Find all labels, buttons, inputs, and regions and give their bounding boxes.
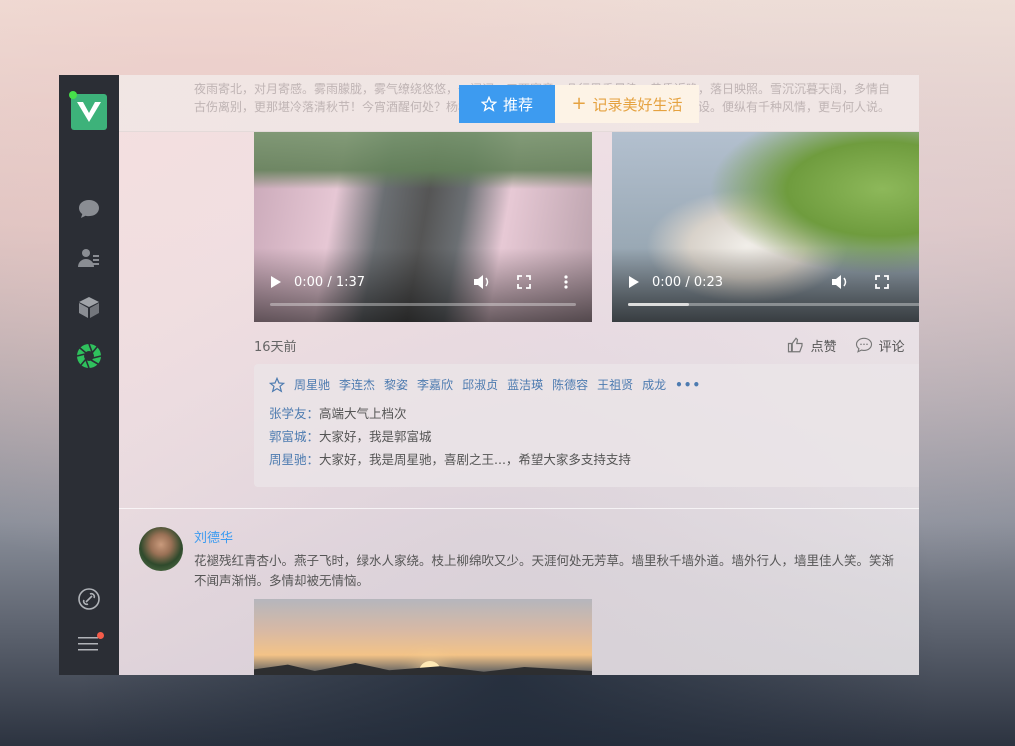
volume-icon[interactable] — [830, 274, 850, 290]
video-player[interactable]: 0:00 / 0:23 — [612, 132, 919, 322]
comment-text: 高端大气上档次 — [319, 406, 407, 421]
sidebar — [59, 75, 119, 675]
more-likers-icon[interactable]: ••• — [675, 378, 701, 392]
tab-recommend-label: 推荐 — [502, 95, 533, 114]
liker-name[interactable]: 黎姿 — [384, 376, 408, 393]
comment-label: 评论 — [878, 339, 905, 355]
app-logo[interactable] — [69, 91, 107, 130]
video-time: 0:00 / 0:23 — [652, 274, 724, 290]
menu-button[interactable] — [78, 632, 104, 655]
volume-icon[interactable] — [472, 274, 492, 290]
play-icon[interactable] — [628, 275, 640, 289]
thumbs-up-icon — [787, 337, 803, 353]
plus-icon: + — [571, 93, 587, 114]
video-controls: 0:00 / 0:23 — [612, 248, 919, 322]
tab-recommend[interactable]: 推荐 — [459, 85, 555, 123]
comment-button[interactable]: 评论 — [855, 336, 905, 355]
post-time: 16天前 — [254, 339, 297, 355]
star-icon — [480, 96, 497, 112]
topbar: 夜雨寄北，对月寄感。雾雨朦胧，雾气缭绕悠悠，一阙词，三两寒意，几行墨香晕染。黄昏… — [119, 75, 919, 132]
comment-list: 张学友：高端大气上档次 郭富城：大家好，我是郭富城 周星驰：大家好，我是周星驰，… — [269, 402, 919, 471]
post-image[interactable] — [254, 599, 592, 675]
liker-name[interactable]: 陈德容 — [552, 376, 588, 393]
video-time: 0:00 / 1:37 — [294, 274, 366, 290]
liker-name[interactable]: 周星驰 — [294, 376, 330, 393]
post-text: 花褪残红青杏小。燕子飞时，绿水人家绕。枝上柳绵吹又少。天涯何处无芳草。墙里秋千墙… — [194, 553, 895, 588]
post-author[interactable]: 刘德华 — [194, 527, 233, 546]
online-dot — [69, 91, 77, 99]
like-button[interactable]: 点赞 — [787, 336, 837, 355]
play-icon[interactable] — [270, 275, 282, 289]
video-player[interactable]: 0:00 / 1:37 — [254, 132, 592, 322]
liker-name[interactable]: 王祖贤 — [597, 376, 633, 393]
comment-text: 大家好，我是郭富城 — [319, 429, 432, 444]
video-progress[interactable] — [628, 303, 919, 306]
interaction-box: 周星驰 李连杰 黎姿 李嘉欣 邱淑贞 蓝洁瑛 陈德容 王祖贤 成龙 ••• 张学… — [254, 364, 919, 487]
comment-icon — [855, 337, 872, 353]
post-divider — [119, 508, 919, 509]
comment-author[interactable]: 郭富城： — [269, 429, 319, 444]
app-window: 夜雨寄北，对月寄感。雾雨朦胧，雾气缭绕悠悠，一阙词，三两寒意，几行墨香晕染。黄昏… — [59, 75, 919, 675]
comment-item: 张学友：高端大气上档次 — [269, 402, 919, 425]
like-label: 点赞 — [810, 339, 837, 355]
comment-author[interactable]: 张学友： — [269, 406, 319, 421]
avatar[interactable] — [139, 527, 183, 571]
fullscreen-icon[interactable] — [872, 274, 892, 290]
notification-badge — [97, 632, 104, 639]
liker-name[interactable]: 蓝洁瑛 — [507, 376, 543, 393]
chat-icon[interactable] — [75, 195, 103, 223]
video-controls: 0:00 / 1:37 — [254, 248, 592, 322]
post-meta: 16天前 点赞 评论 ••• — [254, 335, 919, 355]
more-options-icon[interactable] — [914, 274, 919, 290]
tab-record-life[interactable]: + 记录美好生活 — [555, 85, 699, 123]
star-icon — [269, 376, 285, 393]
liker-name[interactable]: 李连杰 — [339, 376, 375, 393]
feed-panel: 夜雨寄北，对月寄感。雾雨朦胧，雾气缭绕悠悠，一阙词，三两寒意，几行墨香晕染。黄昏… — [119, 75, 919, 675]
cube-icon[interactable] — [75, 293, 103, 321]
vue-logo-icon — [77, 102, 101, 122]
more-options-icon[interactable] — [556, 274, 576, 290]
liker-name[interactable]: 李嘉欣 — [417, 376, 453, 393]
comment-text: 大家好，我是周星驰，喜剧之王...，希望大家多支持支持 — [319, 452, 631, 467]
fullscreen-icon[interactable] — [514, 274, 534, 290]
post-videos: 0:00 / 1:37 0:00 / 0:23 — [254, 132, 919, 322]
video-progress[interactable] — [270, 303, 576, 306]
liker-name[interactable]: 成龙 — [642, 376, 666, 393]
comment-item: 周星驰：大家好，我是周星驰，喜剧之王...，希望大家多支持支持 — [269, 448, 919, 471]
aperture-icon[interactable] — [75, 342, 103, 370]
comment-author[interactable]: 周星驰： — [269, 452, 319, 467]
like-list: 周星驰 李连杰 黎姿 李嘉欣 邱淑贞 蓝洁瑛 陈德容 王祖贤 成龙 ••• — [269, 376, 919, 393]
link-icon[interactable] — [75, 585, 103, 613]
tab-record-label: 记录美好生活 — [592, 95, 683, 114]
liker-name[interactable]: 邱淑贞 — [462, 376, 498, 393]
contacts-icon[interactable] — [75, 244, 103, 272]
comment-item: 郭富城：大家好，我是郭富城 — [269, 425, 919, 448]
